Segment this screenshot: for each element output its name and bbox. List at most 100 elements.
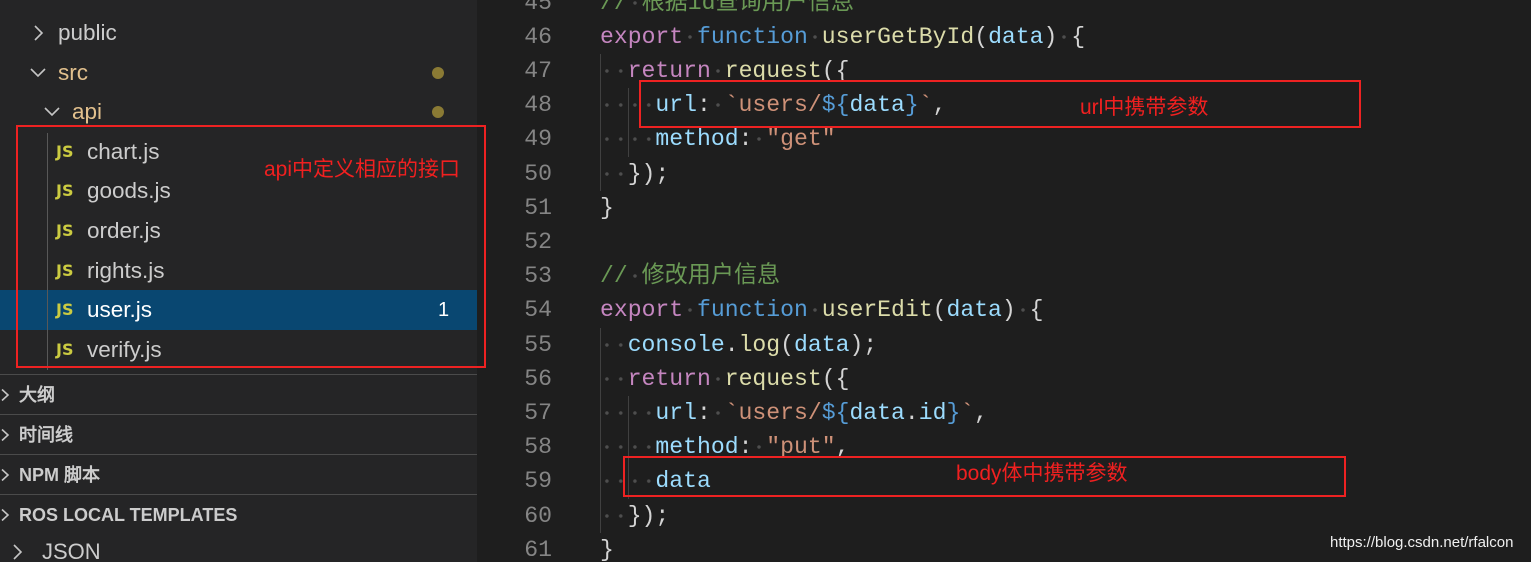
code-token: url xyxy=(655,399,697,426)
section-outline[interactable]: 大纲 xyxy=(0,374,477,414)
line-number: 57 xyxy=(524,399,552,426)
line-number-gutter: 45 46 47 48 49 50 51 52 53 54 55 56 57 58 59 60 61 xyxy=(477,0,552,562)
code-token: id xyxy=(918,399,947,426)
code-line[interactable]: }); xyxy=(600,498,1531,533)
watermark: https://blog.csdn.net/rfalcon xyxy=(1330,534,1514,551)
code-token: function xyxy=(697,297,808,324)
folder-label: src xyxy=(58,59,88,85)
code-token: } xyxy=(946,399,961,426)
line-number: 48 xyxy=(524,92,552,119)
line-number: 54 xyxy=(524,297,552,324)
chevron-right-icon xyxy=(1,388,10,401)
code-line[interactable]: return request({ xyxy=(600,361,1531,396)
whitespace-dot xyxy=(627,0,642,16)
indent-whitespace xyxy=(600,156,628,191)
folder-label: JSON xyxy=(42,539,101,562)
code-token: log xyxy=(738,331,781,358)
code-line[interactable]: console.log(data); xyxy=(600,327,1531,362)
line-number: 56 xyxy=(524,365,552,392)
code-token: data xyxy=(849,399,905,426)
chevron-down-icon[interactable] xyxy=(43,103,61,121)
code-token: // xyxy=(600,263,628,290)
code-token: ( xyxy=(780,331,795,358)
code-token: ${ xyxy=(821,399,850,426)
code-token: data xyxy=(946,297,1002,324)
code-token: . xyxy=(904,399,919,426)
modified-dot-icon xyxy=(432,66,444,79)
code-line[interactable]: }); xyxy=(600,156,1531,191)
tree-folder-json[interactable]: JSON xyxy=(0,534,477,562)
code-line[interactable]: } xyxy=(600,191,1531,225)
chevron-right-icon xyxy=(1,428,10,441)
whitespace-dot xyxy=(807,297,822,324)
code-token: ) xyxy=(1043,23,1058,50)
code-token: `users/ xyxy=(724,399,822,426)
code-token: } xyxy=(600,536,614,562)
section-npm-scripts[interactable]: NPM 脚本 xyxy=(0,454,477,494)
indent-whitespace xyxy=(600,498,628,533)
code-token: } xyxy=(600,194,614,221)
line-number: 49 xyxy=(524,126,552,153)
code-line[interactable]: export function userEdit(data) { xyxy=(600,293,1531,327)
code-token: : xyxy=(696,399,711,426)
section-ros-local-templates[interactable]: ROS LOCAL TEMPLATES xyxy=(0,494,477,534)
code-line[interactable] xyxy=(600,225,1531,259)
indent-whitespace xyxy=(600,122,628,157)
code-token: export xyxy=(600,297,684,324)
code-token: ( xyxy=(932,297,947,324)
line-number: 59 xyxy=(524,468,552,495)
whitespace-dot xyxy=(683,23,698,50)
code-token: ({ xyxy=(821,365,850,392)
code-token: ` xyxy=(960,399,975,426)
indent-whitespace xyxy=(600,54,628,89)
modified-dot-icon xyxy=(432,106,444,119)
chevron-right-icon[interactable] xyxy=(8,543,26,561)
code-token: function xyxy=(697,23,808,50)
line-number: 51 xyxy=(524,194,552,221)
whitespace-dot xyxy=(710,399,725,426)
indent-whitespace xyxy=(600,327,628,362)
indent-whitespace xyxy=(627,395,656,431)
section-title: NPM 脚本 xyxy=(19,464,100,485)
section-title: 大纲 xyxy=(19,384,55,405)
folder-label: api xyxy=(72,98,103,124)
line-number: 60 xyxy=(524,502,552,529)
tree-folder-src[interactable]: src xyxy=(0,53,477,93)
chevron-right-icon[interactable] xyxy=(29,24,47,42)
whitespace-dot xyxy=(807,23,822,50)
code-token: "get" xyxy=(766,126,836,153)
chevron-right-icon xyxy=(1,508,10,521)
code-token: // xyxy=(600,0,628,16)
code-token: userGetById xyxy=(821,23,975,50)
line-number: 53 xyxy=(524,263,552,290)
section-title: ROS LOCAL TEMPLATES xyxy=(19,504,238,525)
code-token: 修改用户信息 xyxy=(641,263,781,290)
whitespace-dot xyxy=(710,365,725,392)
code-line[interactable]: // 根据id查询用户信息 xyxy=(600,0,1531,20)
indent-whitespace xyxy=(600,395,628,431)
section-title: 时间线 xyxy=(19,424,73,445)
code-token: ( xyxy=(974,23,989,50)
annotation-label-body: body体中携带参数 xyxy=(956,462,1128,485)
section-timeline[interactable]: 时间线 xyxy=(0,414,477,454)
annotation-label-url: url中携带参数 xyxy=(1080,96,1209,119)
code-line[interactable]: url: `users/${data.id}`, xyxy=(600,395,1531,431)
code-token: console xyxy=(627,331,725,358)
whitespace-dot xyxy=(1015,297,1030,324)
line-number: 46 xyxy=(524,23,552,50)
code-token: userEdit xyxy=(821,297,933,324)
code-token: 根据id查询用户信息 xyxy=(641,0,855,16)
code-line[interactable]: // 修改用户信息 xyxy=(600,259,1531,293)
chevron-down-icon[interactable] xyxy=(29,64,47,82)
folder-label: public xyxy=(58,19,117,45)
tree-folder-public[interactable]: public xyxy=(0,13,477,53)
whitespace-dot xyxy=(627,263,642,290)
line-number: 58 xyxy=(524,434,552,461)
code-line[interactable]: export function userGetById(data) { xyxy=(600,20,1531,54)
code-token: data xyxy=(988,23,1044,50)
code-token: export xyxy=(600,23,684,50)
indent-whitespace xyxy=(600,88,628,123)
code-token: { xyxy=(1071,23,1086,50)
line-number: 55 xyxy=(524,331,552,358)
code-token: , xyxy=(974,399,989,426)
